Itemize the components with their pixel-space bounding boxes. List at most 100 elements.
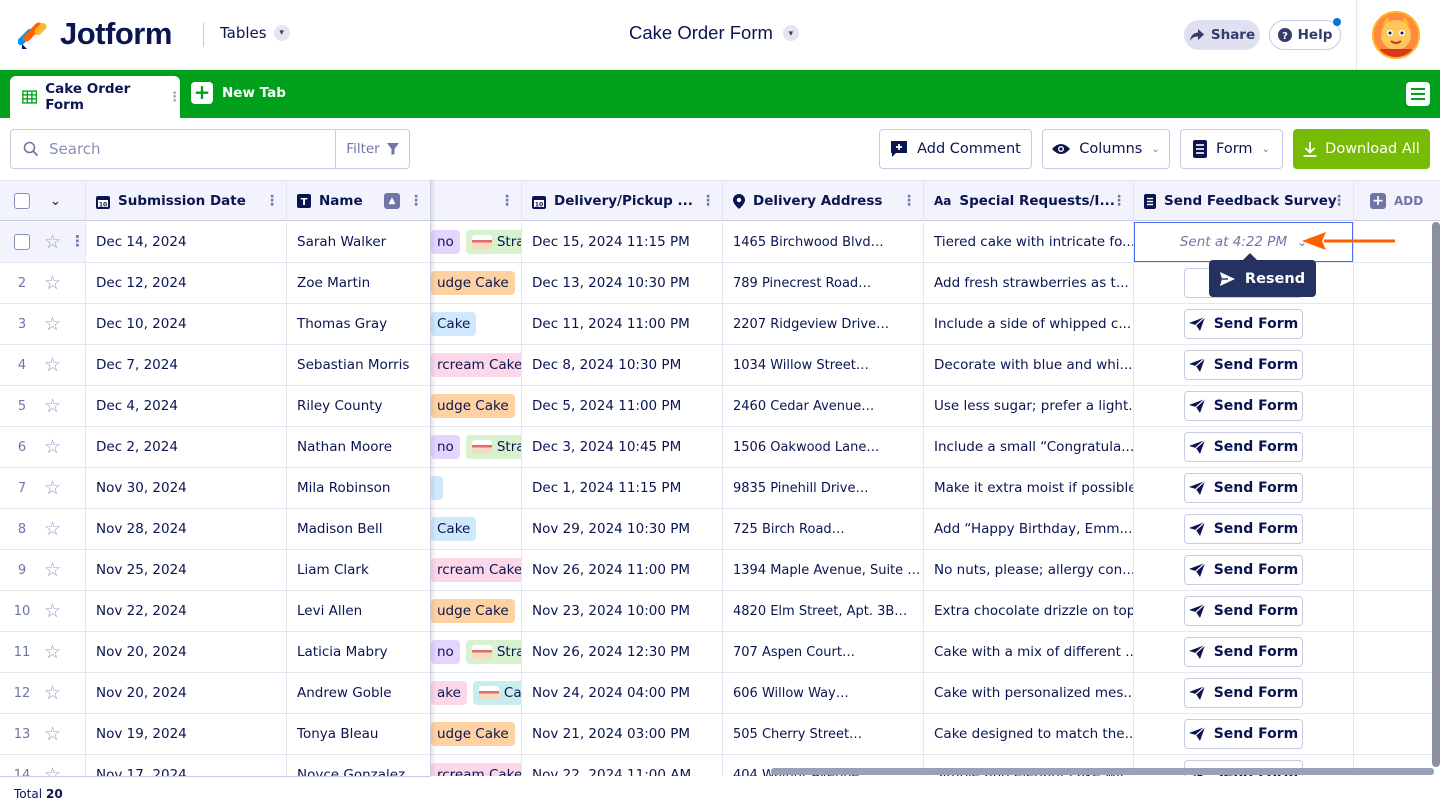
- special-requests-cell[interactable]: Tiered cake with intricate fo...: [924, 222, 1134, 262]
- send-form-button[interactable]: Send Form: [1184, 678, 1303, 708]
- special-requests-cell[interactable]: Cake with a mix of different ...: [924, 632, 1134, 672]
- column-header-delivery-pickup[interactable]: 10 Delivery/Pickup ... ⋮: [522, 181, 723, 221]
- submission-date-cell[interactable]: Nov 30, 2024: [86, 468, 287, 508]
- delivery-address-cell[interactable]: 725 Birch Road…: [723, 509, 924, 549]
- form-title-dropdown[interactable]: Cake Order Form ▾: [629, 22, 799, 44]
- special-requests-cell[interactable]: Add fresh strawberries as t...: [924, 263, 1134, 303]
- submission-date-cell[interactable]: Nov 25, 2024: [86, 550, 287, 590]
- cake-choice-cell[interactable]: no Stra: [431, 222, 522, 262]
- delivery-address-cell[interactable]: 4820 Elm Street, Apt. 3B…: [723, 591, 924, 631]
- cake-choice-cell[interactable]: Cake: [431, 509, 522, 549]
- hamburger-menu-icon[interactable]: [1406, 82, 1430, 106]
- help-button[interactable]: ? Help: [1269, 20, 1341, 50]
- table-row[interactable]: 7 ☆ Nov 30, 2024 Mila Robinson Dec 1, 2024 1…: [0, 468, 1440, 509]
- table-row[interactable]: 8 ☆ Nov 28, 2024 Madison Bell Cake Nov 29, 20…: [0, 509, 1440, 550]
- special-requests-cell[interactable]: Decorate with blue and whi...: [924, 345, 1134, 385]
- avatar[interactable]: [1372, 11, 1420, 59]
- special-requests-cell[interactable]: Include a side of whipped c...: [924, 304, 1134, 344]
- star-icon[interactable]: ☆: [44, 314, 61, 334]
- chevron-down-icon[interactable]: ⌄: [50, 194, 61, 209]
- column-menu-icon[interactable]: ⋮: [1112, 193, 1126, 209]
- star-icon[interactable]: ☆: [44, 355, 61, 375]
- special-requests-cell[interactable]: Add “Happy Birthday, Emm...: [924, 509, 1134, 549]
- delivery-address-cell[interactable]: 505 Cherry Street…: [723, 714, 924, 754]
- table-row[interactable]: 10 ☆ Nov 22, 2024 Levi Allen udge Cake Nov 23…: [0, 591, 1440, 632]
- submission-date-cell[interactable]: Nov 22, 2024: [86, 591, 287, 631]
- submission-date-cell[interactable]: Dec 10, 2024: [86, 304, 287, 344]
- send-form-button[interactable]: Send Form: [1184, 596, 1303, 626]
- column-menu-icon[interactable]: ⋮: [265, 193, 279, 209]
- delivery-pickup-cell[interactable]: Dec 13, 2024 10:30 PM: [522, 263, 723, 303]
- name-cell[interactable]: Laticia Mabry: [287, 632, 431, 672]
- special-requests-cell[interactable]: Extra chocolate drizzle on top: [924, 591, 1134, 631]
- add-column-button[interactable]: + ADD: [1354, 181, 1440, 221]
- pin-icon[interactable]: ▲: [384, 193, 400, 209]
- star-icon[interactable]: ☆: [44, 601, 61, 621]
- delivery-address-cell[interactable]: 2460 Cedar Avenue…: [723, 386, 924, 426]
- add-comment-button[interactable]: Add Comment: [879, 129, 1032, 169]
- send-form-button[interactable]: Send Form: [1184, 555, 1303, 585]
- column-menu-icon[interactable]: ⋮: [500, 193, 514, 209]
- star-icon[interactable]: ☆: [44, 273, 61, 293]
- name-cell[interactable]: Liam Clark: [287, 550, 431, 590]
- cake-choice-cell[interactable]: [431, 468, 522, 508]
- delivery-pickup-cell[interactable]: Nov 24, 2024 04:00 PM: [522, 673, 723, 713]
- name-cell[interactable]: Sebastian Morris: [287, 345, 431, 385]
- cake-choice-cell[interactable]: no Stra: [431, 632, 522, 672]
- tables-dropdown[interactable]: Tables ▾: [220, 24, 290, 42]
- search-input[interactable]: [49, 140, 309, 158]
- columns-button[interactable]: Columns ⌄: [1042, 129, 1170, 169]
- tab-more-icon[interactable]: ⋮: [168, 90, 181, 105]
- star-icon[interactable]: ☆: [44, 437, 61, 457]
- delivery-pickup-cell[interactable]: Dec 5, 2024 11:00 PM: [522, 386, 723, 426]
- delivery-pickup-cell[interactable]: Nov 23, 2024 10:00 PM: [522, 591, 723, 631]
- send-form-button[interactable]: Send Form: [1184, 637, 1303, 667]
- send-form-button[interactable]: Send Form: [1184, 432, 1303, 462]
- row-checkbox[interactable]: [14, 234, 30, 250]
- star-icon[interactable]: ☆: [44, 232, 61, 252]
- table-row[interactable]: 4 ☆ Dec 7, 2024 Sebastian Morris rcream Cake…: [0, 345, 1440, 386]
- vertical-scrollbar[interactable]: [1432, 222, 1440, 767]
- special-requests-cell[interactable]: No nuts, please; allergy con...: [924, 550, 1134, 590]
- name-cell[interactable]: Riley County: [287, 386, 431, 426]
- cake-choice-cell[interactable]: udge Cake: [431, 263, 522, 303]
- name-cell[interactable]: Levi Allen: [287, 591, 431, 631]
- special-requests-cell[interactable]: Use less sugar; prefer a light...: [924, 386, 1134, 426]
- submission-date-cell[interactable]: Dec 14, 2024⤢View: [86, 222, 287, 262]
- delivery-pickup-cell[interactable]: Dec 1, 2024 11:15 PM: [522, 468, 723, 508]
- table-row[interactable]: 12 ☆ Nov 20, 2024 Andrew Goble ake Ca Nov 24, …: [0, 673, 1440, 714]
- submission-date-cell[interactable]: Nov 28, 2024: [86, 509, 287, 549]
- submission-date-cell[interactable]: Dec 2, 2024: [86, 427, 287, 467]
- cake-choice-cell[interactable]: udge Cake: [431, 714, 522, 754]
- column-header-special-requests[interactable]: Aa Special Requests/I... ⋮: [924, 181, 1134, 221]
- column-header-cake[interactable]: ⋮: [431, 181, 522, 221]
- column-header-submission-date[interactable]: 10 Submission Date ▲ ⋮: [86, 181, 287, 221]
- delivery-pickup-cell[interactable]: Nov 29, 2024 10:30 PM: [522, 509, 723, 549]
- download-all-button[interactable]: Download All: [1293, 129, 1430, 169]
- delivery-address-cell[interactable]: 707 Aspen Court…: [723, 632, 924, 672]
- delivery-address-cell[interactable]: 9835 Pinehill Drive…: [723, 468, 924, 508]
- column-header-name[interactable]: T Name ▲ ⋮: [287, 181, 431, 221]
- delivery-pickup-cell[interactable]: Dec 3, 2024 10:45 PM: [522, 427, 723, 467]
- submission-date-cell[interactable]: Dec 4, 2024: [86, 386, 287, 426]
- delivery-pickup-cell[interactable]: Nov 26, 2024 11:00 PM: [522, 550, 723, 590]
- submission-date-cell[interactable]: Dec 12, 2024: [86, 263, 287, 303]
- star-icon[interactable]: ☆: [44, 724, 61, 744]
- resend-button[interactable]: Resend: [1209, 253, 1316, 297]
- name-cell[interactable]: Zoe Martin: [287, 263, 431, 303]
- delivery-address-cell[interactable]: 1506 Oakwood Lane…: [723, 427, 924, 467]
- send-form-button[interactable]: Send Form: [1184, 391, 1303, 421]
- send-form-button[interactable]: Send Form: [1184, 309, 1303, 339]
- cake-choice-cell[interactable]: rcream Cake: [431, 345, 522, 385]
- submission-date-cell[interactable]: Dec 7, 2024: [86, 345, 287, 385]
- delivery-address-cell[interactable]: 1394 Maple Avenue, Suite …: [723, 550, 924, 590]
- star-icon[interactable]: ☆: [44, 642, 61, 662]
- delivery-pickup-cell[interactable]: Dec 11, 2024 11:00 PM: [522, 304, 723, 344]
- share-button[interactable]: Share: [1184, 20, 1260, 50]
- column-menu-icon[interactable]: ⋮: [701, 193, 715, 209]
- cake-choice-cell[interactable]: udge Cake: [431, 591, 522, 631]
- special-requests-cell[interactable]: Include a small “Congratula...: [924, 427, 1134, 467]
- delivery-address-cell[interactable]: 789 Pinecrest Road…: [723, 263, 924, 303]
- table-row[interactable]: 5 ☆ Dec 4, 2024 Riley County udge Cake Dec 5,…: [0, 386, 1440, 427]
- star-icon[interactable]: ☆: [44, 683, 61, 703]
